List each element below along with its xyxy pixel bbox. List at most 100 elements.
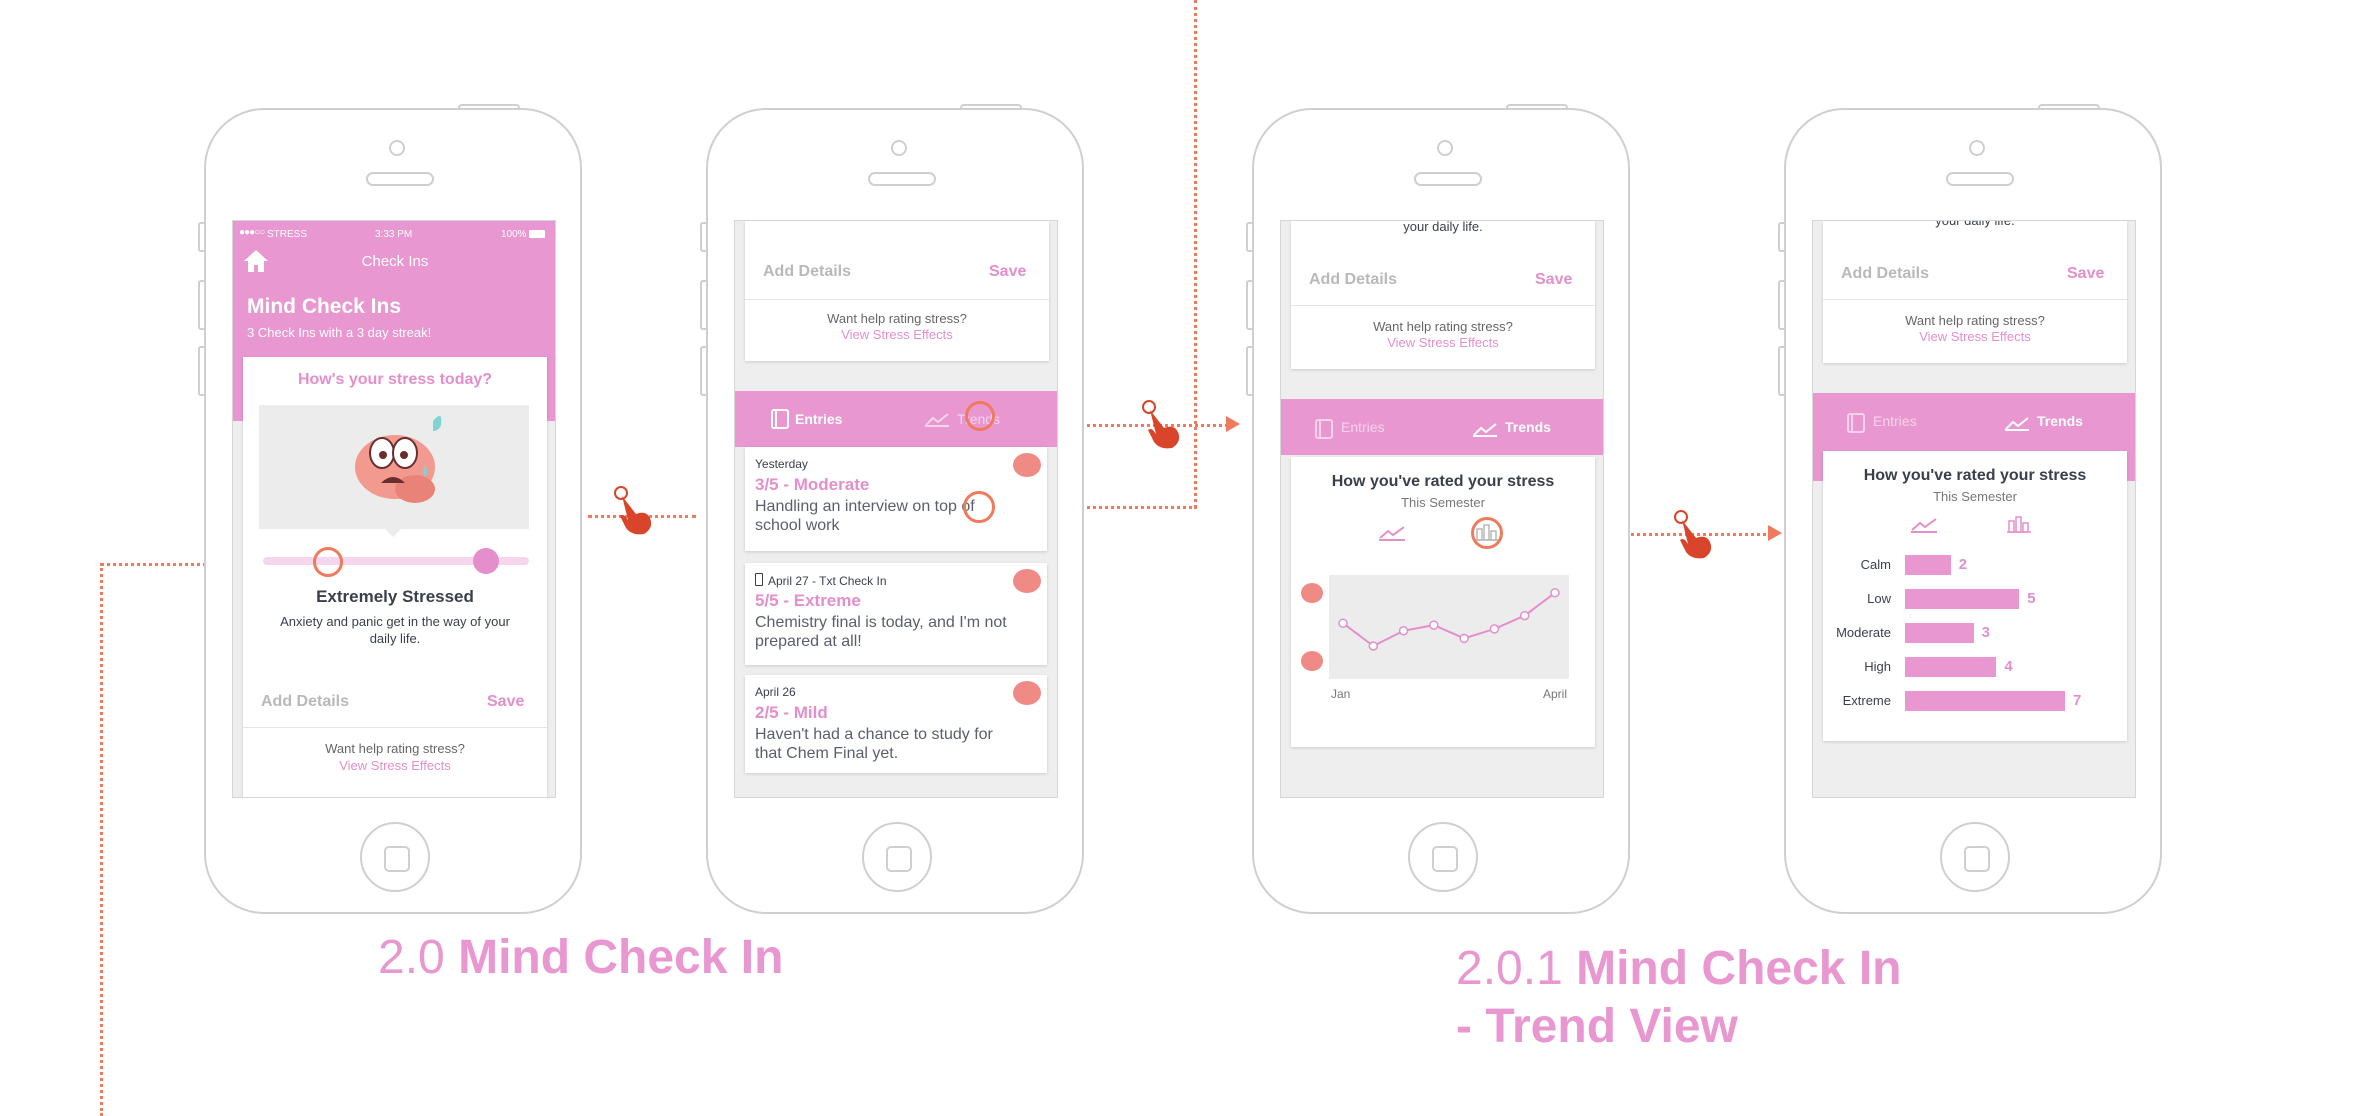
front-camera — [891, 140, 907, 156]
mute-switch — [1246, 222, 1254, 252]
stressed-brain-icon — [355, 415, 442, 503]
caption-number: 2.0 — [378, 931, 445, 984]
bar-value-label: 5 — [2027, 590, 2036, 607]
trend-line-icon — [1473, 423, 1497, 437]
save-button[interactable]: Save — [1535, 271, 1572, 289]
tap-hand-icon — [1142, 400, 1180, 449]
caption-mind-check-in: 2.0 Mind Check In — [378, 930, 783, 985]
view-stress-effects-link[interactable]: View Stress Effects — [745, 327, 1049, 342]
bar-chart-toggle-icon[interactable] — [2007, 515, 2031, 533]
volume-down-button — [198, 346, 206, 396]
home-button[interactable] — [1940, 822, 2010, 892]
tab-entries[interactable]: Entries — [1873, 413, 1917, 429]
save-button[interactable]: Save — [2067, 265, 2104, 283]
caption-trend-view: 2.0.1 Mind Check In - Trend View — [1456, 940, 1901, 1056]
divider — [745, 299, 1049, 300]
stress-slider-thumb[interactable] — [473, 548, 499, 574]
view-stress-effects-link[interactable]: View Stress Effects — [1291, 335, 1595, 350]
view-stress-effects-link[interactable]: View Stress Effects — [243, 758, 547, 773]
stress-level-title: Extremely Stressed — [316, 587, 474, 606]
stress-level-description: Anxiety and panic get in the way of your… — [280, 614, 510, 646]
volume-up-button — [700, 280, 708, 330]
help-text: Want help rating stress? — [1905, 313, 2045, 328]
earpiece-speaker — [868, 172, 936, 186]
tap-hand-icon — [614, 486, 652, 535]
status-carrier: STRESS — [267, 229, 308, 240]
bar-category-label: Calm — [1860, 557, 1891, 572]
check-in-card: How's your stress today? Extremely Stres… — [243, 357, 547, 797]
line-chart-toggle-icon[interactable] — [1379, 525, 1405, 541]
help-text: Want help rating stress? — [1373, 319, 1513, 334]
home-button[interactable] — [360, 822, 430, 892]
view-stress-effects-link[interactable]: View Stress Effects — [1823, 329, 2127, 344]
chart-plot-area — [1329, 575, 1569, 679]
add-details-field[interactable]: Add Details — [261, 693, 349, 711]
home-button[interactable] — [862, 822, 932, 892]
screen-trends-bar: your daily life. Add Details Save Want h… — [1812, 220, 2136, 798]
illustration-panel — [259, 405, 529, 529]
data-point — [1519, 610, 1530, 621]
book-icon — [1315, 419, 1333, 439]
front-camera — [389, 140, 405, 156]
status-bar: STRESS ●●●○○ 3:33 PM 100% — [239, 227, 549, 243]
entry-date-text: April 27 - Txt Check In — [768, 574, 887, 588]
home-button[interactable] — [1408, 822, 1478, 892]
phone-icon — [755, 573, 763, 586]
entry-date: April 26 — [755, 685, 796, 699]
tap-target-ring — [965, 401, 995, 431]
book-icon — [771, 409, 789, 429]
status-battery: 100% — [501, 229, 527, 240]
brain-avatar-icon — [1013, 681, 1041, 705]
tap-target-ring — [963, 491, 995, 523]
list-item[interactable]: Yesterday 3/5 - Moderate Handling an int… — [745, 447, 1047, 551]
add-details-field[interactable]: Add Details — [1309, 271, 1397, 289]
data-point — [1338, 618, 1348, 628]
brain-avatar-icon — [1301, 583, 1323, 603]
add-details-field[interactable]: Add Details — [1841, 265, 1929, 283]
tab-trends[interactable]: Trends — [2037, 413, 2083, 429]
trends-card: How you've rated your stress This Semest… — [1823, 451, 2127, 741]
bar — [1905, 691, 2065, 711]
save-button[interactable]: Save — [487, 693, 524, 711]
add-details-field[interactable]: Add Details — [763, 263, 851, 281]
tab-entries[interactable]: Entries — [1341, 419, 1385, 435]
x-axis-end-label: April — [1543, 687, 1568, 701]
arrow-head-2-3 — [1226, 416, 1240, 432]
tap-hand-icon — [1674, 510, 1712, 559]
check-in-card-bottom: Add Details Save Want help rating stress… — [745, 221, 1049, 361]
bar-category-label: Moderate — [1836, 625, 1891, 640]
mute-switch — [700, 222, 708, 252]
save-button[interactable]: Save — [989, 263, 1026, 281]
data-point — [1429, 620, 1439, 630]
tab-entries[interactable]: Entries — [795, 411, 842, 427]
trends-card-subtitle: This Semester — [1933, 489, 2017, 504]
data-point — [1489, 624, 1500, 634]
entry-rating: 2/5 - Mild — [755, 703, 828, 722]
trends-card-title: How you've rated your stress — [1863, 467, 2087, 484]
data-point — [1550, 588, 1560, 598]
line-chart-toggle-icon[interactable] — [1911, 517, 1937, 533]
screen-entries: Add Details Save Want help rating stress… — [734, 220, 1058, 798]
flow-line-left-vertical — [100, 563, 103, 1116]
power-button — [458, 104, 520, 110]
front-camera — [1969, 140, 1985, 156]
earpiece-speaker — [1946, 172, 2014, 186]
entry-rating: 3/5 - Moderate — [755, 475, 870, 494]
stress-question: How's your stress today? — [297, 371, 493, 388]
phone-mind-check-in: STRESS ●●●○○ 3:33 PM 100% Check Ins Mind… — [198, 104, 582, 914]
volume-up-button — [1246, 280, 1254, 330]
signal-dots-icon: ●●●○○ — [239, 227, 265, 238]
power-button — [960, 104, 1022, 110]
nav-title: Check Ins — [361, 253, 429, 270]
illustration-pointer — [385, 529, 401, 537]
check-in-card-bottom: your daily life. Add Details Save Want h… — [1291, 221, 1595, 369]
tab-trends[interactable]: Trends — [1505, 419, 1551, 435]
list-item[interactable]: April 27 - Txt Check In 5/5 - Extreme Ch… — [745, 563, 1047, 665]
trends-card: How you've rated your stress This Semest… — [1291, 457, 1595, 747]
front-camera — [1437, 140, 1453, 156]
line-chart — [1329, 575, 1569, 679]
volume-up-button — [198, 280, 206, 330]
bar-value-label: 2 — [1958, 556, 1968, 573]
check-in-card-bottom: your daily life. Add Details Save Want h… — [1823, 221, 2127, 363]
list-item[interactable]: April 26 2/5 - Mild Haven't had a chance… — [745, 675, 1047, 773]
